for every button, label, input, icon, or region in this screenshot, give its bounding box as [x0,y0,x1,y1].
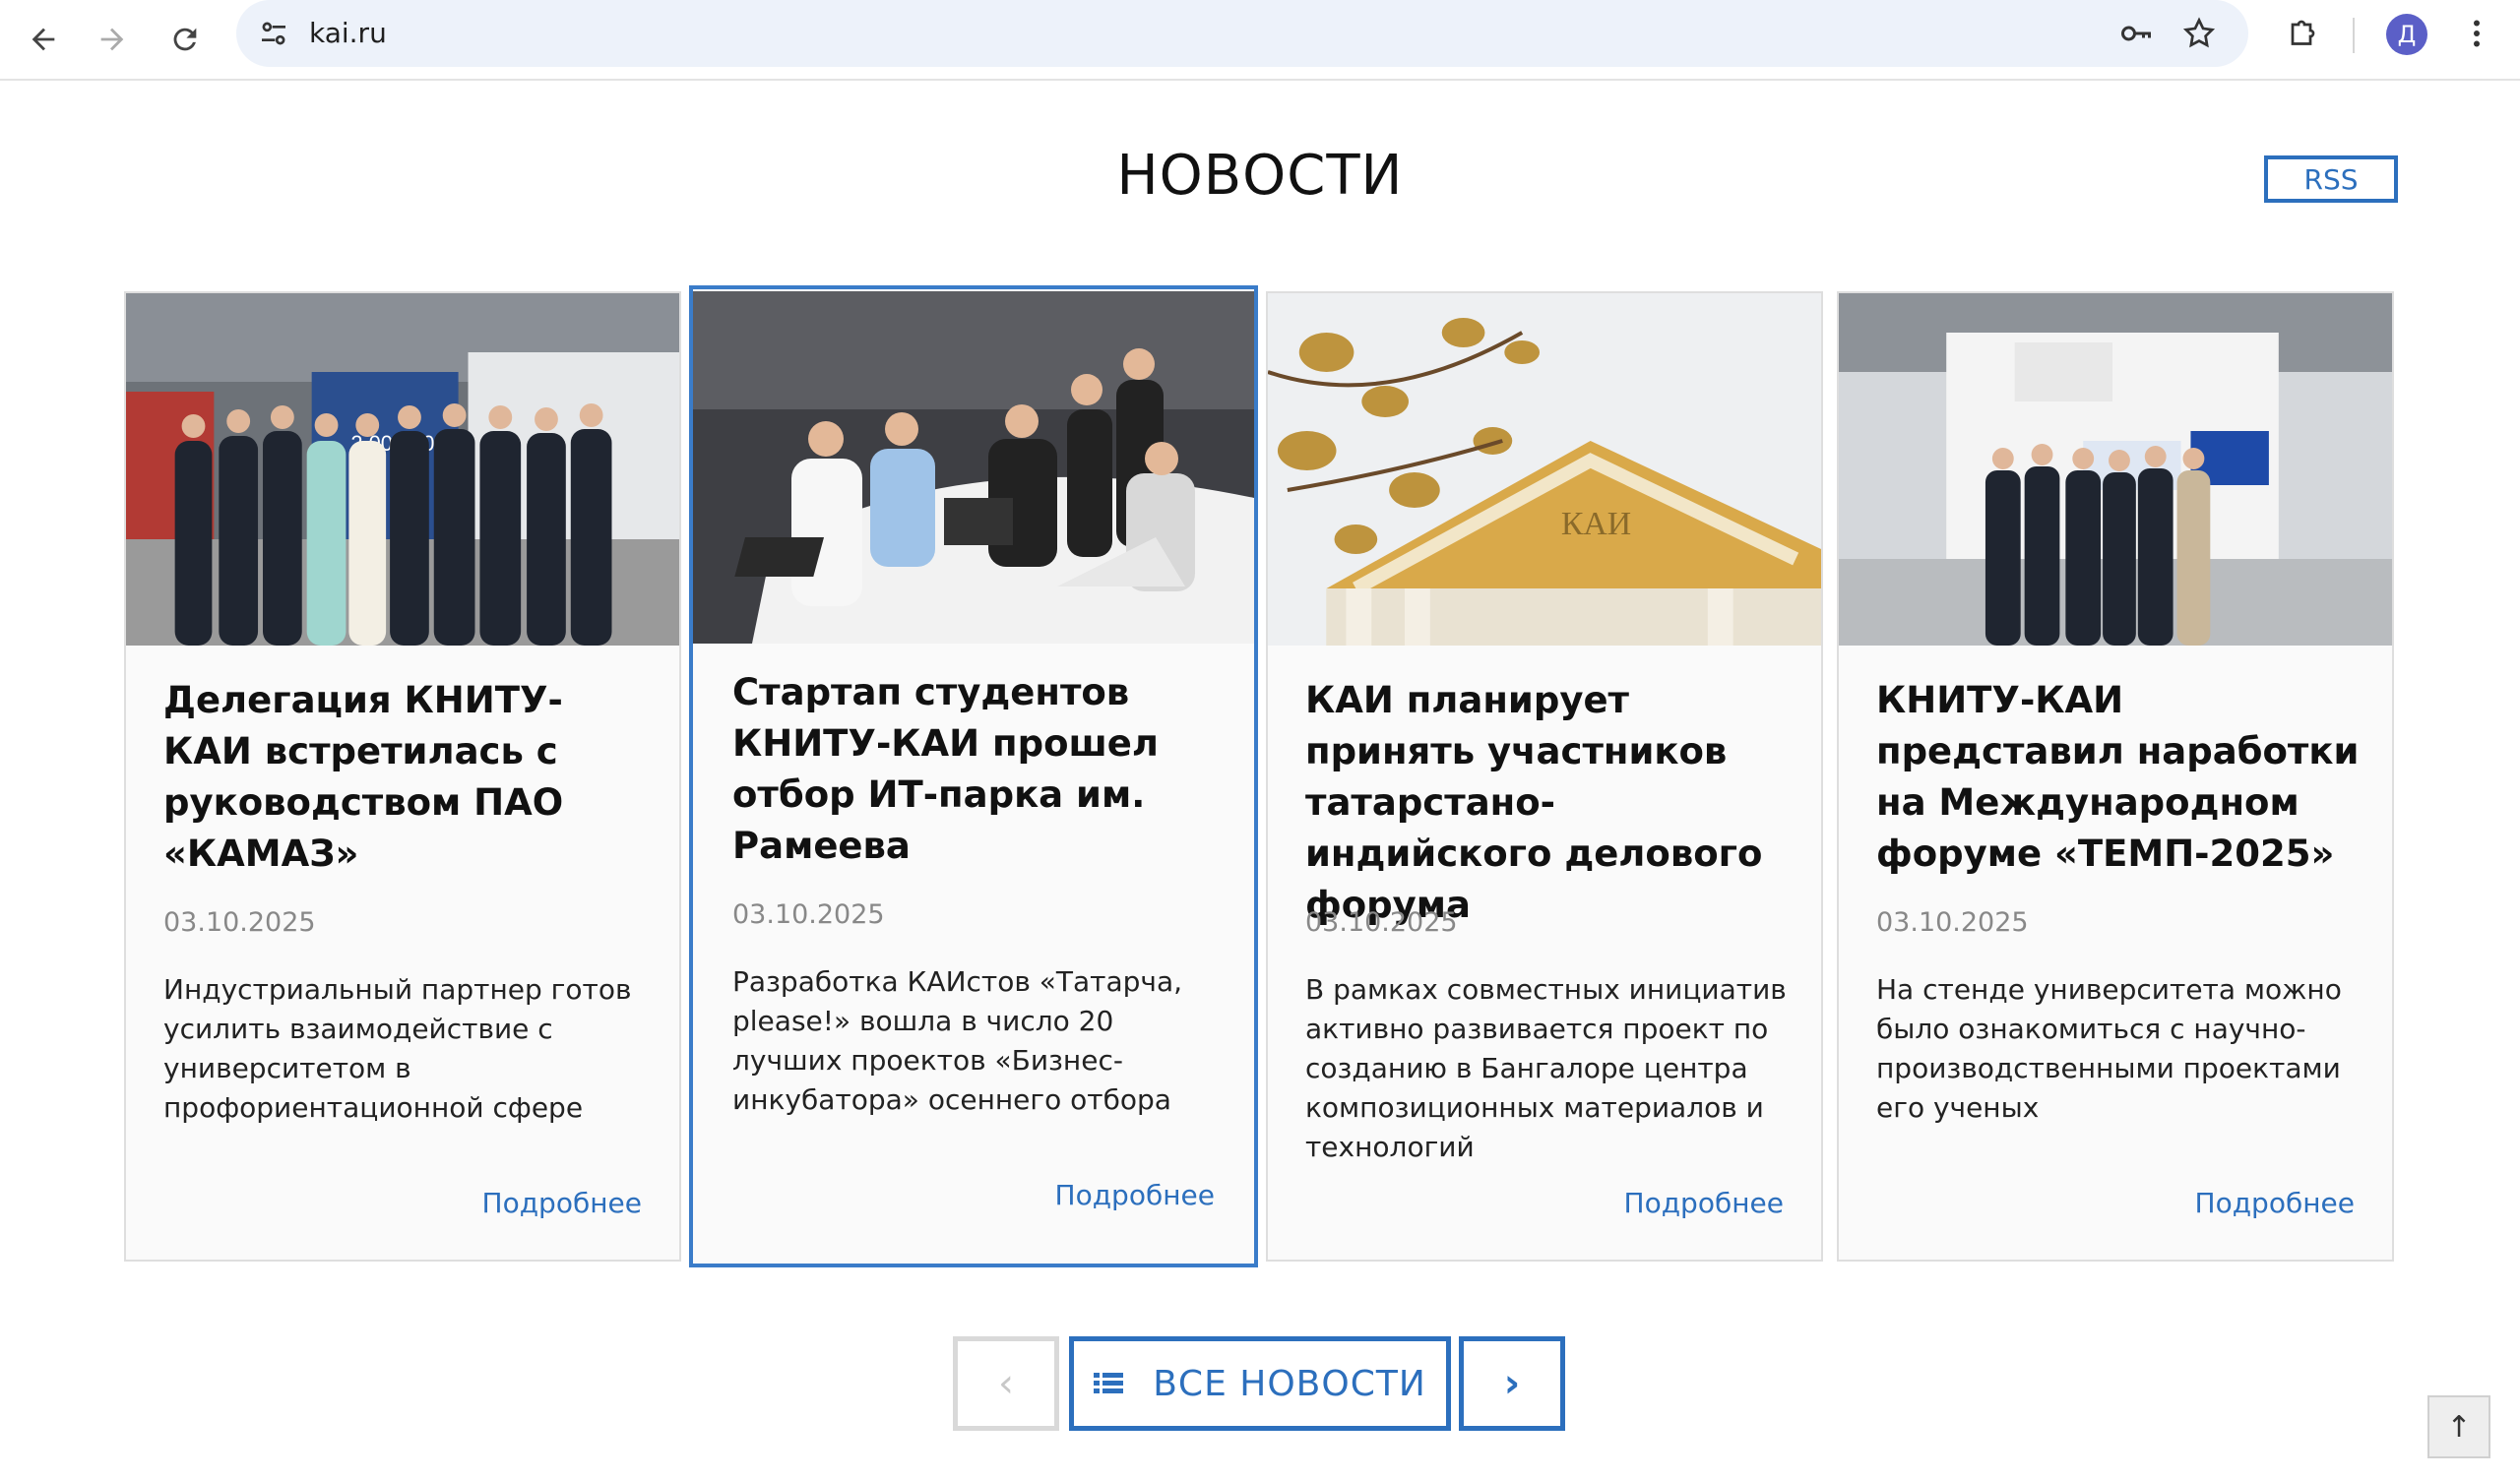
news-title[interactable]: Стартап студентов КНИТУ-КАИ прошел отбор… [732,667,1225,872]
news-description: В рамках совместных инициатив активно ра… [1305,973,1787,1163]
news-date: 03.10.2025 [163,907,316,938]
rss-button[interactable]: RSS [2264,155,2398,203]
news-card[interactable]: КАИ КАИ планирует принять участников тат… [1266,291,1823,1262]
more-menu-icon[interactable] [2457,14,2496,53]
read-more-link[interactable]: Подробнее [1055,1179,1215,1211]
news-card[interactable]: КНИТУ-КАИ представил наработки на Междун… [1837,291,2394,1262]
news-photo-kamaz[interactable]: 2 000 000 [126,293,679,646]
arrow-right-icon [100,28,124,51]
toolbar-divider [2353,18,2355,53]
list-icon [1094,1373,1124,1393]
url-text[interactable]: kai.ru [309,0,387,67]
svg-text:КАИ: КАИ [1561,506,1631,542]
arrow-left-icon [32,28,55,51]
news-description: Индустриальный партнер готов усилить вза… [163,973,632,1124]
news-title[interactable]: Делегация КНИТУ-КАИ встретилась с руково… [163,675,650,880]
news-card[interactable]: Стартап студентов КНИТУ-КАИ прошел отбор… [689,285,1258,1267]
address-bar[interactable]: kai.ru [236,0,2248,67]
chevron-right-icon: › [1503,1361,1521,1406]
news-description: Разработка КАИстов «Татарча, please!» во… [732,965,1182,1116]
bookmark-star-icon[interactable] [2179,14,2219,53]
reload-button[interactable] [158,12,213,67]
extensions-icon[interactable] [2282,14,2321,53]
chevron-left-icon: ‹ [998,1361,1014,1406]
news-card[interactable]: 2 000 000 Делегация КНИТУ-КАИ встре [124,291,681,1262]
profile-avatar[interactable]: Д [2386,14,2427,55]
news-photo-startup[interactable] [693,291,1254,644]
news-date: 03.10.2025 [732,899,885,930]
forward-button[interactable] [85,12,140,67]
next-news-button[interactable]: › [1459,1336,1565,1431]
password-key-icon[interactable] [2116,14,2156,53]
news-photo-exhibition[interactable] [1839,293,2392,646]
news-date: 03.10.2025 [1305,907,1458,938]
site-info-icon[interactable] [254,14,293,53]
back-button[interactable] [16,12,71,67]
news-description: На стенде университета можно было ознако… [1876,973,2342,1124]
news-title[interactable]: КАИ планирует принять участников татарст… [1305,675,1792,931]
scroll-to-top-button[interactable]: ↑ [2427,1395,2490,1458]
read-more-link[interactable]: Подробнее [2195,1187,2355,1219]
browser-toolbar: kai.ru Д [0,0,2520,81]
news-photo-building[interactable]: КАИ [1268,293,1821,646]
all-news-button[interactable]: ВСЕ НОВОСТИ [1069,1336,1451,1431]
arrow-up-icon: ↑ [2446,1409,2472,1445]
prev-news-button[interactable]: ‹ [953,1336,1059,1431]
all-news-label: ВСЕ НОВОСТИ [1153,1363,1426,1404]
read-more-link[interactable]: Подробнее [1624,1187,1784,1219]
page-title: НОВОСТИ [1116,144,1404,208]
read-more-link[interactable]: Подробнее [482,1187,642,1219]
news-date: 03.10.2025 [1876,907,2029,938]
news-title[interactable]: КНИТУ-КАИ представил наработки на Междун… [1876,675,2362,880]
reload-icon [173,28,197,51]
